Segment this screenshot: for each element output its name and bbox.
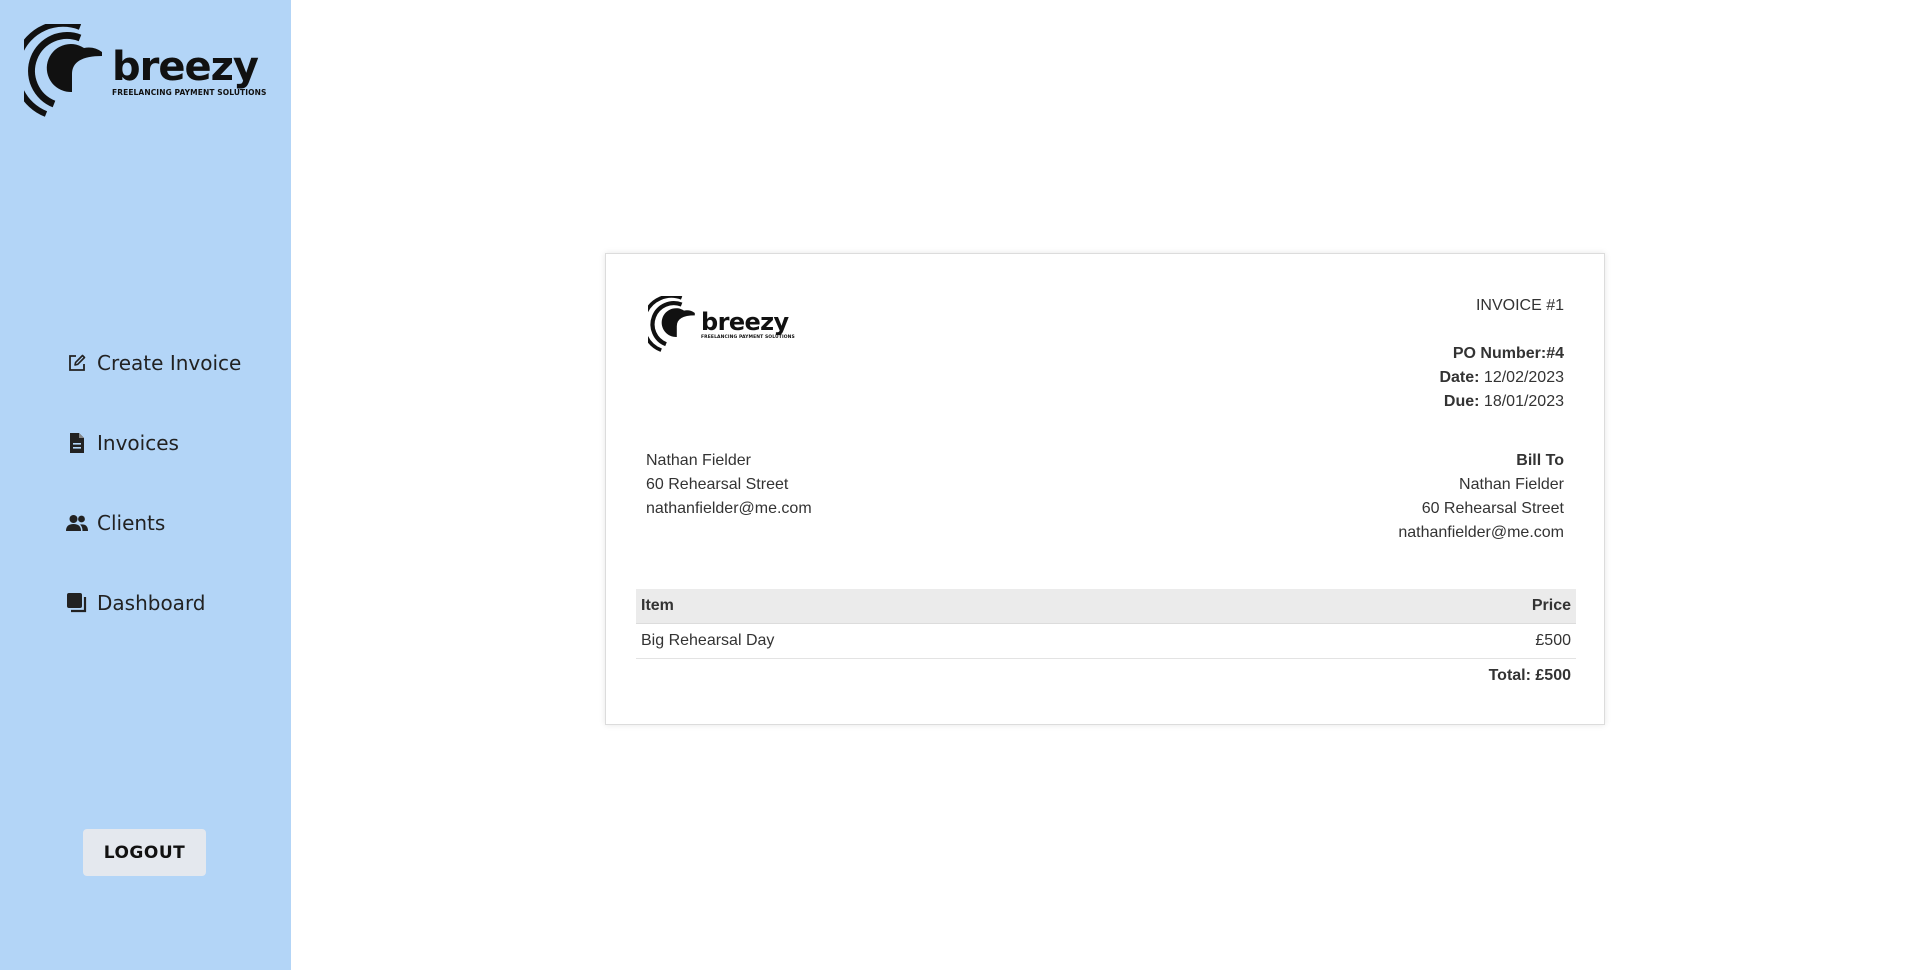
po-number-label: PO Number: bbox=[1452, 345, 1547, 362]
bill-to-heading: Bill To bbox=[1516, 452, 1564, 469]
brand-name: breezy bbox=[112, 44, 259, 90]
invoice-logo-wordmark: breezy FREELANCING PAYMENT SOLUTIONS bbox=[701, 309, 795, 341]
due-label: Due: bbox=[1443, 393, 1480, 410]
column-header-item: Item bbox=[636, 589, 1337, 624]
app: breezy FREELANCING PAYMENT SOLUTIONS Cre… bbox=[0, 0, 1915, 970]
sidebar-item-label: Create Invoice bbox=[97, 351, 242, 375]
sidebar-item-label: Invoices bbox=[97, 431, 179, 455]
users-icon bbox=[66, 512, 88, 534]
brand-wordmark: breezy FREELANCING PAYMENT SOLUTIONS bbox=[112, 46, 267, 98]
sidebar: breezy FREELANCING PAYMENT SOLUTIONS Cre… bbox=[0, 0, 291, 970]
sidebar-item-create-invoice[interactable]: Create Invoice bbox=[66, 347, 241, 379]
sidebar-item-invoices[interactable]: Invoices bbox=[66, 427, 241, 459]
breezy-logo-icon bbox=[24, 24, 102, 117]
po-number: PO Number:#4 bbox=[1439, 342, 1564, 366]
dashboard-icon bbox=[66, 592, 88, 614]
brand-name: breezy bbox=[701, 308, 789, 336]
invoice-due: Due: 18/01/2023 bbox=[1439, 390, 1564, 414]
bill-to-address: 60 Rehearsal Street bbox=[1421, 500, 1564, 517]
sender-name: Nathan Fielder bbox=[646, 452, 751, 469]
po-number-value: #4 bbox=[1546, 345, 1564, 362]
edit-icon bbox=[66, 352, 88, 374]
item-cell: Big Rehearsal Day bbox=[636, 623, 1337, 659]
invoice-card: breezy FREELANCING PAYMENT SOLUTIONS INV… bbox=[605, 253, 1605, 725]
invoice-total: Total: £500 bbox=[1488, 667, 1571, 685]
invoice-date: Date: 12/02/2023 bbox=[1439, 366, 1564, 390]
bill-to-name: Nathan Fielder bbox=[1459, 476, 1564, 493]
sidebar-nav: Create Invoice Invoices Clients Dashboar… bbox=[66, 347, 241, 667]
price-cell: £500 bbox=[1336, 623, 1576, 659]
sidebar-item-label: Clients bbox=[97, 511, 166, 535]
sidebar-item-clients[interactable]: Clients bbox=[66, 507, 241, 539]
column-header-price: Price bbox=[1336, 589, 1576, 624]
brand-logo[interactable]: breezy FREELANCING PAYMENT SOLUTIONS bbox=[24, 24, 267, 120]
invoice-items-table: Item Price Big Rehearsal Day £500 Total:… bbox=[636, 589, 1576, 694]
sidebar-item-dashboard[interactable]: Dashboard bbox=[66, 587, 241, 619]
invoice-number: INVOICE #1 bbox=[1475, 297, 1564, 314]
table-header-row: Item Price bbox=[636, 589, 1576, 624]
bill-to-email: nathanfielder@me.com bbox=[1398, 524, 1564, 541]
bill-to-details: Bill To Nathan Fielder 60 Rehearsal Stre… bbox=[1398, 449, 1564, 545]
brand-tagline: FREELANCING PAYMENT SOLUTIONS bbox=[112, 88, 267, 97]
sender-address: 60 Rehearsal Street bbox=[646, 476, 789, 493]
logout-button[interactable]: LOGOUT bbox=[83, 829, 206, 876]
sidebar-item-label: Dashboard bbox=[97, 591, 206, 615]
date-value: 12/02/2023 bbox=[1483, 369, 1564, 386]
table-row: Big Rehearsal Day £500 bbox=[636, 623, 1576, 659]
document-icon bbox=[66, 432, 88, 454]
invoice-meta: INVOICE #1 PO Number:#4 Date: 12/02/2023… bbox=[1439, 294, 1564, 414]
sender-email: nathanfielder@me.com bbox=[646, 500, 812, 517]
total-row: Total: £500 bbox=[636, 658, 1576, 694]
breezy-logo-icon bbox=[648, 296, 695, 352]
brand-tagline: FREELANCING PAYMENT SOLUTIONS bbox=[701, 335, 795, 340]
sender-details: Nathan Fielder 60 Rehearsal Street natha… bbox=[646, 449, 812, 521]
date-label: Date: bbox=[1439, 369, 1480, 386]
invoice-logo: breezy FREELANCING PAYMENT SOLUTIONS bbox=[648, 296, 795, 354]
due-value: 18/01/2023 bbox=[1483, 393, 1564, 410]
